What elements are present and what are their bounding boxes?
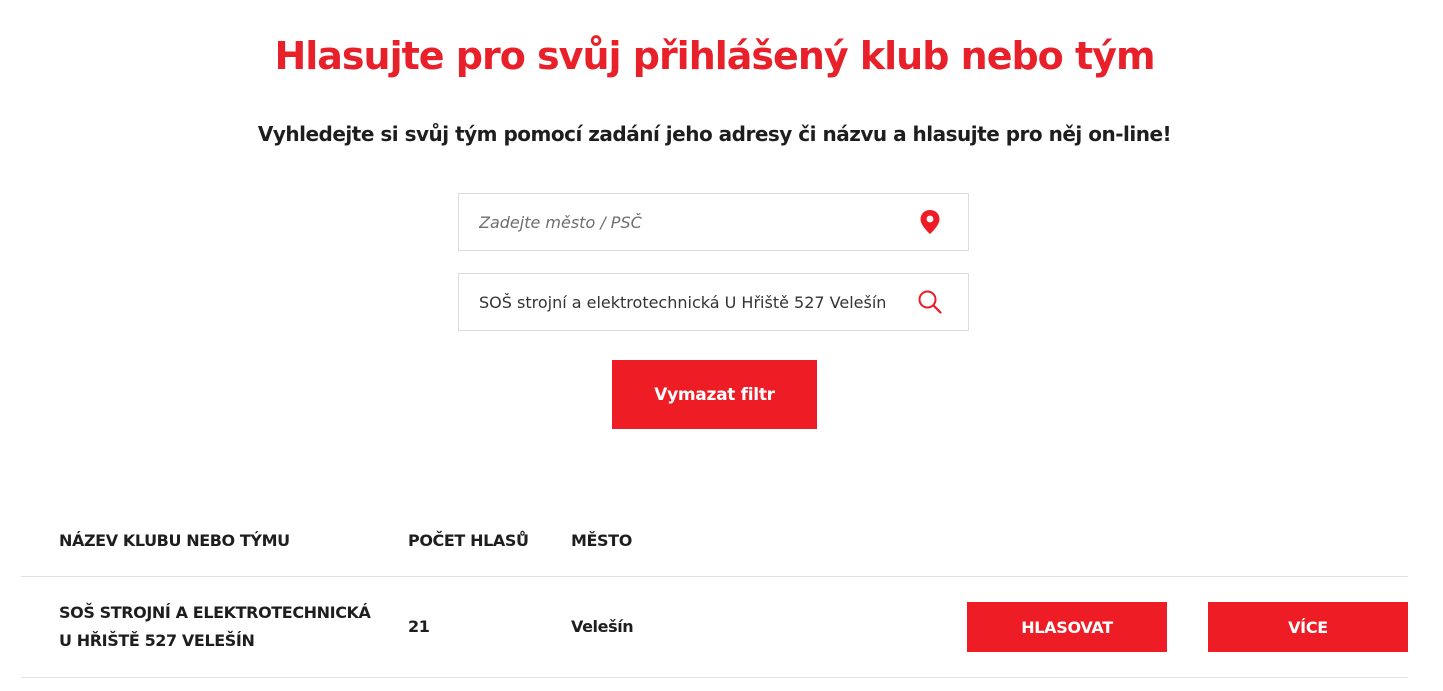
table-divider: [21, 576, 1408, 577]
table-divider: [21, 677, 1408, 678]
city-input[interactable]: [479, 194, 909, 250]
vote-button[interactable]: HLASOVAT: [967, 602, 1167, 652]
column-header-name: NÁZEV KLUBU NEBO TÝMU: [59, 531, 290, 550]
city-cell: Velešín: [571, 617, 634, 636]
map-pin-icon[interactable]: [917, 209, 943, 235]
column-header-city: MĚSTO: [571, 531, 632, 550]
vote-page: Hlasujte pro svůj přihlášený klub nebo t…: [0, 0, 1443, 691]
vote-count-cell: 21: [408, 617, 430, 636]
club-name-cell: SOŠ STROJNÍ A ELEKTROTECHNICKÁ U HŘIŠTĚ …: [59, 603, 371, 650]
page-subtitle: Vyhledejte si svůj tým pomocí zadání jeh…: [257, 122, 1172, 146]
city-search-field[interactable]: [458, 193, 969, 251]
more-button[interactable]: VÍCE: [1208, 602, 1408, 652]
search-icon[interactable]: [917, 289, 943, 315]
column-header-votes: POČET HLASŮ: [408, 531, 529, 550]
page-title: Hlasujte pro svůj přihlášený klub nebo t…: [274, 34, 1155, 78]
club-search-field[interactable]: [458, 273, 969, 331]
clear-filter-button[interactable]: Vymazat filtr: [612, 360, 817, 429]
club-name-input[interactable]: [479, 274, 909, 330]
